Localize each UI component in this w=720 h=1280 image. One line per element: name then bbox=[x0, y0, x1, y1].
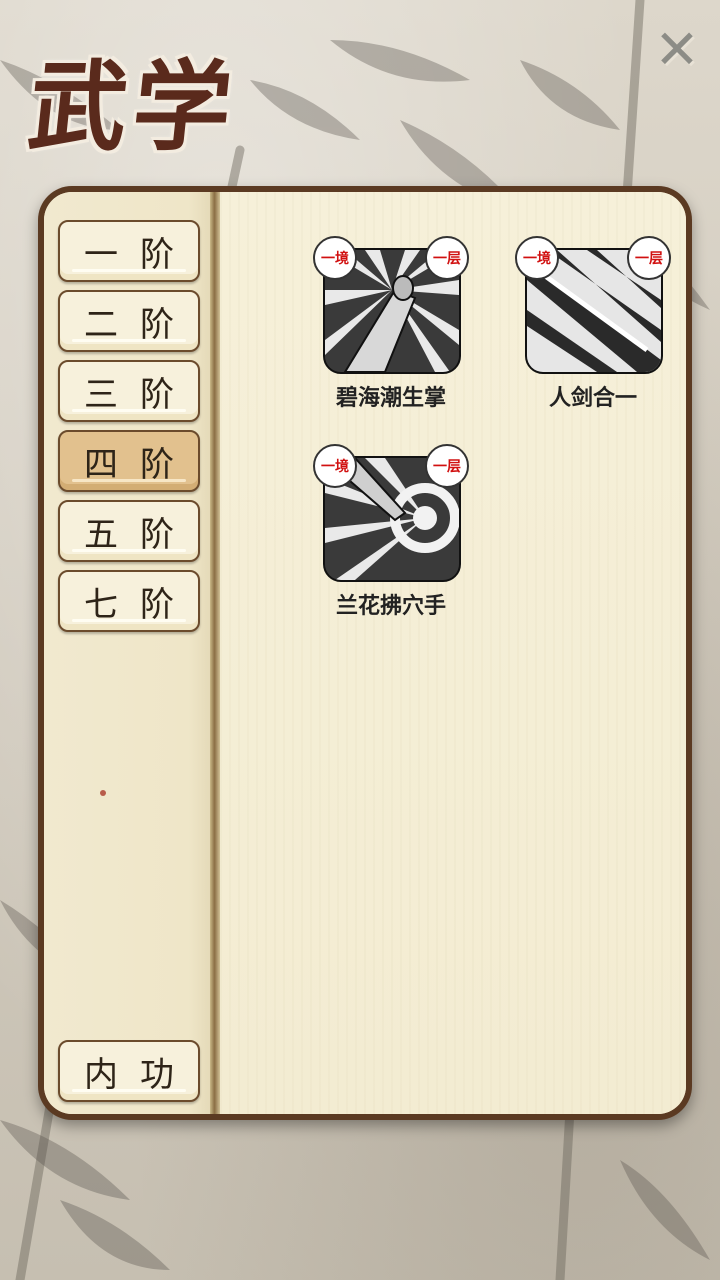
skill-card[interactable]: 一境 一层 兰花拂穴手 bbox=[306, 444, 476, 620]
close-icon[interactable]: ✕ bbox=[650, 18, 704, 81]
skill-name: 碧海潮生掌 bbox=[335, 386, 446, 411]
grade-tab-5[interactable]: 五阶 bbox=[58, 500, 200, 562]
skill-name: 人剑合一 bbox=[548, 386, 637, 411]
skill-name: 兰花拂穴手 bbox=[335, 594, 446, 619]
skill-card[interactable]: 一境 一层 碧海潮生掌 bbox=[306, 236, 476, 412]
page-title: 武学 bbox=[23, 50, 244, 165]
grade-tab-column: 一阶 二阶 三阶 四阶 五阶 七阶 内功 bbox=[44, 192, 214, 1114]
realm-badge: 一境 bbox=[515, 236, 559, 280]
grade-tab-3[interactable]: 三阶 bbox=[58, 360, 200, 422]
book-pages: 一阶 二阶 三阶 四阶 五阶 七阶 内功 一境 一层 碧海潮生掌 一境 一层 人… bbox=[44, 192, 686, 1114]
realm-badge: 一境 bbox=[313, 236, 357, 280]
skill-card[interactable]: 一境 一层 人剑合一 bbox=[508, 236, 678, 412]
layer-badge: 一层 bbox=[425, 444, 469, 488]
martial-arts-book: 一阶 二阶 三阶 四阶 五阶 七阶 内功 一境 一层 碧海潮生掌 一境 一层 人… bbox=[38, 186, 692, 1120]
layer-badge: 一层 bbox=[627, 236, 671, 280]
realm-badge: 一境 bbox=[313, 444, 357, 488]
inner-power-tab[interactable]: 内功 bbox=[58, 1040, 200, 1102]
decorative-dot bbox=[100, 790, 106, 796]
grade-tab-1[interactable]: 一阶 bbox=[58, 220, 200, 282]
grade-tab-7[interactable]: 七阶 bbox=[58, 570, 200, 632]
layer-badge: 一层 bbox=[425, 236, 469, 280]
grade-tab-4[interactable]: 四阶 bbox=[58, 430, 200, 492]
grade-tab-2[interactable]: 二阶 bbox=[58, 290, 200, 352]
skill-page: 一境 一层 碧海潮生掌 一境 一层 人剑合一 一境 一层 兰花拂穴手 bbox=[220, 192, 686, 1114]
book-spine bbox=[210, 192, 220, 1114]
